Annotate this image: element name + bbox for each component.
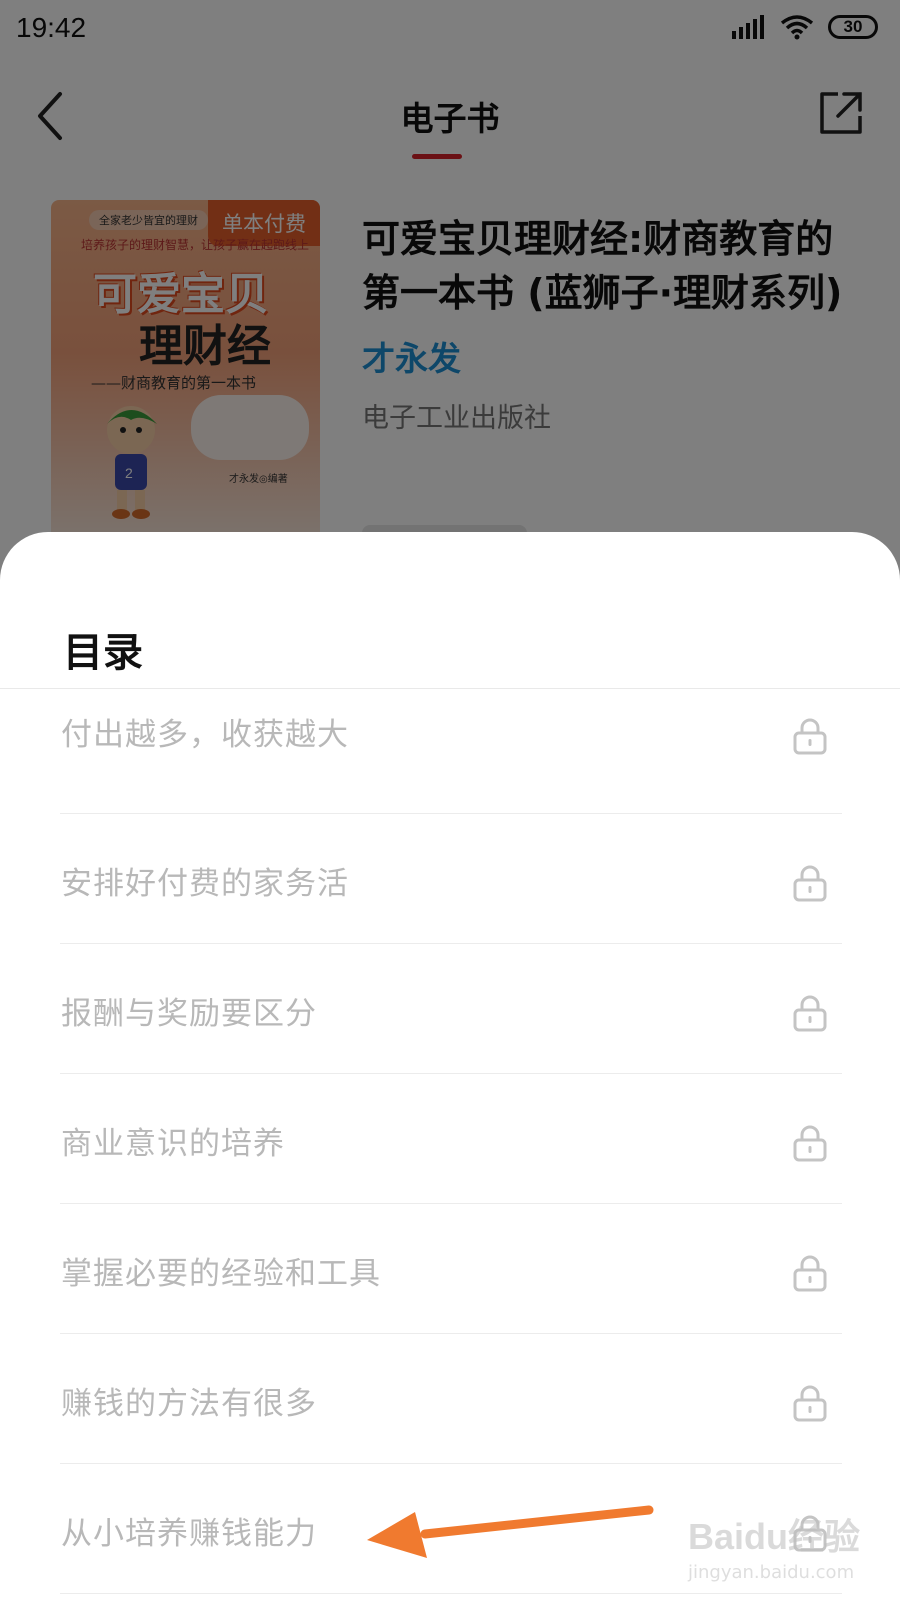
toc-item[interactable]: 掌握必要的经验和工具 [60, 1204, 842, 1334]
lock-icon [793, 865, 827, 902]
toc-item[interactable]: 安排好付费的家务活 [60, 814, 842, 944]
toc-item-label: 掌握必要的经验和工具 [61, 1256, 381, 1292]
lock-icon [793, 718, 827, 755]
watermark-logo: Baidu经验 [688, 1516, 861, 1557]
toc-item[interactable]: 赚钱的方法有很多 [60, 1334, 842, 1464]
toc-bottom-sheet: 目录 付出越多，收获越大 安排好付费的家务活 报酬与奖励要区分 商业意识的培养 … [0, 532, 900, 1600]
toc-item-label: 付出越多，收获越大 [61, 717, 349, 753]
toc-item-label: 安排好付费的家务活 [61, 866, 349, 902]
toc-list: 付出越多，收获越大 安排好付费的家务活 报酬与奖励要区分 商业意识的培养 掌握必… [60, 689, 842, 1594]
annotation-arrow-icon [367, 1505, 654, 1558]
lock-icon [793, 1255, 827, 1292]
toc-item-label: 从小培养赚钱能力 [61, 1516, 317, 1552]
toc-title: 目录 [63, 630, 143, 676]
toc-item[interactable]: 商业意识的培养 [60, 1074, 842, 1204]
toc-item-label: 报酬与奖励要区分 [61, 996, 317, 1032]
watermark-url: jingyan.baidu.com [688, 1562, 855, 1583]
toc-item-label: 赚钱的方法有很多 [61, 1386, 317, 1422]
lock-icon [793, 1385, 827, 1422]
watermark: Baidu经验 jingyan.baidu.com [688, 1508, 888, 1586]
toc-item[interactable]: 报酬与奖励要区分 [60, 944, 842, 1074]
toc-item[interactable]: 付出越多，收获越大 [60, 689, 842, 814]
lock-icon [793, 1125, 827, 1162]
toc-item-label: 商业意识的培养 [61, 1126, 285, 1162]
lock-icon [793, 995, 827, 1032]
